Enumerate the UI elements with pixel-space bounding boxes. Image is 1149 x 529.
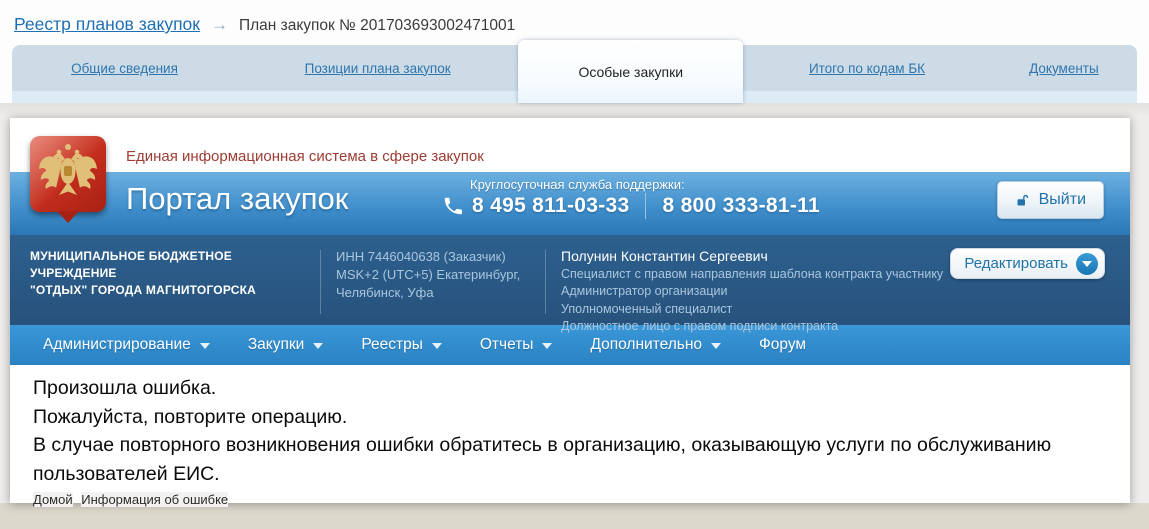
user-role: Уполномоченный специалист (561, 301, 1130, 318)
menu-label: Администрирование (43, 336, 191, 354)
main-panel: Единая информационная система в сфере за… (10, 118, 1130, 503)
phone-divider (645, 193, 646, 219)
breadcrumb-link-registry[interactable]: Реестр планов закупок (14, 14, 200, 35)
header-blue-band: Портал закупок Круглосуточная служба под… (10, 172, 1130, 235)
tab-documents[interactable]: Документы (991, 45, 1137, 91)
tab-totals-by-bk-codes[interactable]: Итого по кодам БК (743, 45, 991, 91)
chevron-down-icon (542, 343, 552, 349)
menu-purchases[interactable]: Закупки (229, 325, 343, 365)
chevron-down-icon (313, 343, 323, 349)
portal-title: Портал закупок (126, 181, 348, 217)
chevron-down-icon (432, 343, 442, 349)
org-details: ИНН 7446040638 (Заказчик) MSK+2 (UTC+5) … (321, 248, 545, 325)
support-phone-primary: 8 495 811-03-33 (472, 194, 629, 218)
chevron-down-icon (1076, 253, 1098, 275)
menu-label: Закупки (248, 336, 305, 354)
user-role: Должностное лицо с правом подписи контра… (561, 318, 1130, 335)
error-content: Произошла ошибка. Пожалуйста, повторите … (10, 365, 1130, 503)
eis-system-title: Единая информационная система в сфере за… (126, 148, 484, 165)
unlock-icon (1015, 193, 1030, 208)
org-inn: ИНН 7446040638 (Заказчик) (336, 248, 545, 266)
org-timezone: MSK+2 (UTC+5) Екатеринбург, Челябинск, У… (336, 266, 545, 302)
tab-label[interactable]: Позиции плана закупок (305, 61, 451, 76)
user-role: Администратор организации (561, 283, 1130, 300)
organization-name: МУНИЦИПАЛЬНОЕ БЮДЖЕТНОЕ УЧРЕЖДЕНИЕ "ОТДЫ… (10, 248, 320, 325)
menu-registries[interactable]: Реестры (342, 325, 461, 365)
tab-general-info[interactable]: Общие сведения (12, 45, 237, 91)
edit-button[interactable]: Редактировать (950, 248, 1105, 279)
tab-label[interactable]: Документы (1029, 61, 1099, 76)
tab-bar: Общие сведения Позиции плана закупок Осо… (12, 45, 1137, 91)
edit-label: Редактировать (964, 255, 1068, 272)
error-line: В случае повторного возникновения ошибки… (33, 431, 1106, 488)
support-phones: Круглосуточная служба поддержки: 8 495 8… (442, 177, 820, 219)
error-line: Произошла ошибка. (33, 374, 1106, 403)
footer-strip (0, 503, 1149, 529)
phone-icon (442, 195, 464, 217)
logout-label: Выйти (1039, 191, 1086, 209)
double-headed-eagle-icon (36, 141, 100, 205)
chevron-down-icon (711, 343, 721, 349)
menu-reports[interactable]: Отчеты (461, 325, 572, 365)
tab-label[interactable]: Общие сведения (71, 61, 178, 76)
chevron-down-icon (200, 343, 210, 349)
menu-label: Дополнительно (590, 336, 702, 354)
org-name-line1: МУНИЦИПАЛЬНОЕ БЮДЖЕТНОЕ УЧРЕЖДЕНИЕ (30, 248, 320, 282)
top-zone: Реестр планов закупок → План закупок № 2… (0, 0, 1149, 103)
logout-button[interactable]: Выйти (997, 181, 1104, 219)
breadcrumb-current: План закупок № 201703693002471001 (239, 17, 515, 35)
menu-label: Реестры (361, 336, 423, 354)
error-info-link[interactable]: Информация об ошибке (81, 492, 228, 507)
support-phone-secondary: 8 800 333-81-11 (662, 194, 819, 218)
page-gap (0, 103, 1149, 118)
error-line: Пожалуйста, повторите операцию. (33, 403, 1106, 432)
support-label: Круглосуточная служба поддержки: (470, 177, 820, 192)
header-top-band: Единая информационная система в сфере за… (10, 118, 1130, 172)
error-links-row: Домой Информация об ошибке (33, 492, 1106, 507)
home-link[interactable]: Домой (33, 492, 73, 507)
tab-label[interactable]: Итого по кодам БК (809, 61, 925, 76)
tab-plan-positions[interactable]: Позиции плана закупок (237, 45, 518, 91)
tab-label: Особые закупки (578, 64, 683, 80)
tab-special-purchases[interactable]: Особые закупки (518, 40, 743, 103)
organization-bar: МУНИЦИПАЛЬНОЕ БЮДЖЕТНОЕ УЧРЕЖДЕНИЕ "ОТДЫ… (10, 235, 1130, 325)
menu-administration[interactable]: Администрирование (24, 325, 229, 365)
menu-label: Отчеты (480, 336, 534, 354)
org-name-line2: "ОТДЫХ" ГОРОДА МАГНИТОГОРСКА (30, 282, 320, 299)
breadcrumb-arrow-icon: → (211, 15, 228, 35)
menu-label: Форум (759, 336, 806, 354)
russia-coat-of-arms-logo[interactable] (30, 136, 106, 212)
